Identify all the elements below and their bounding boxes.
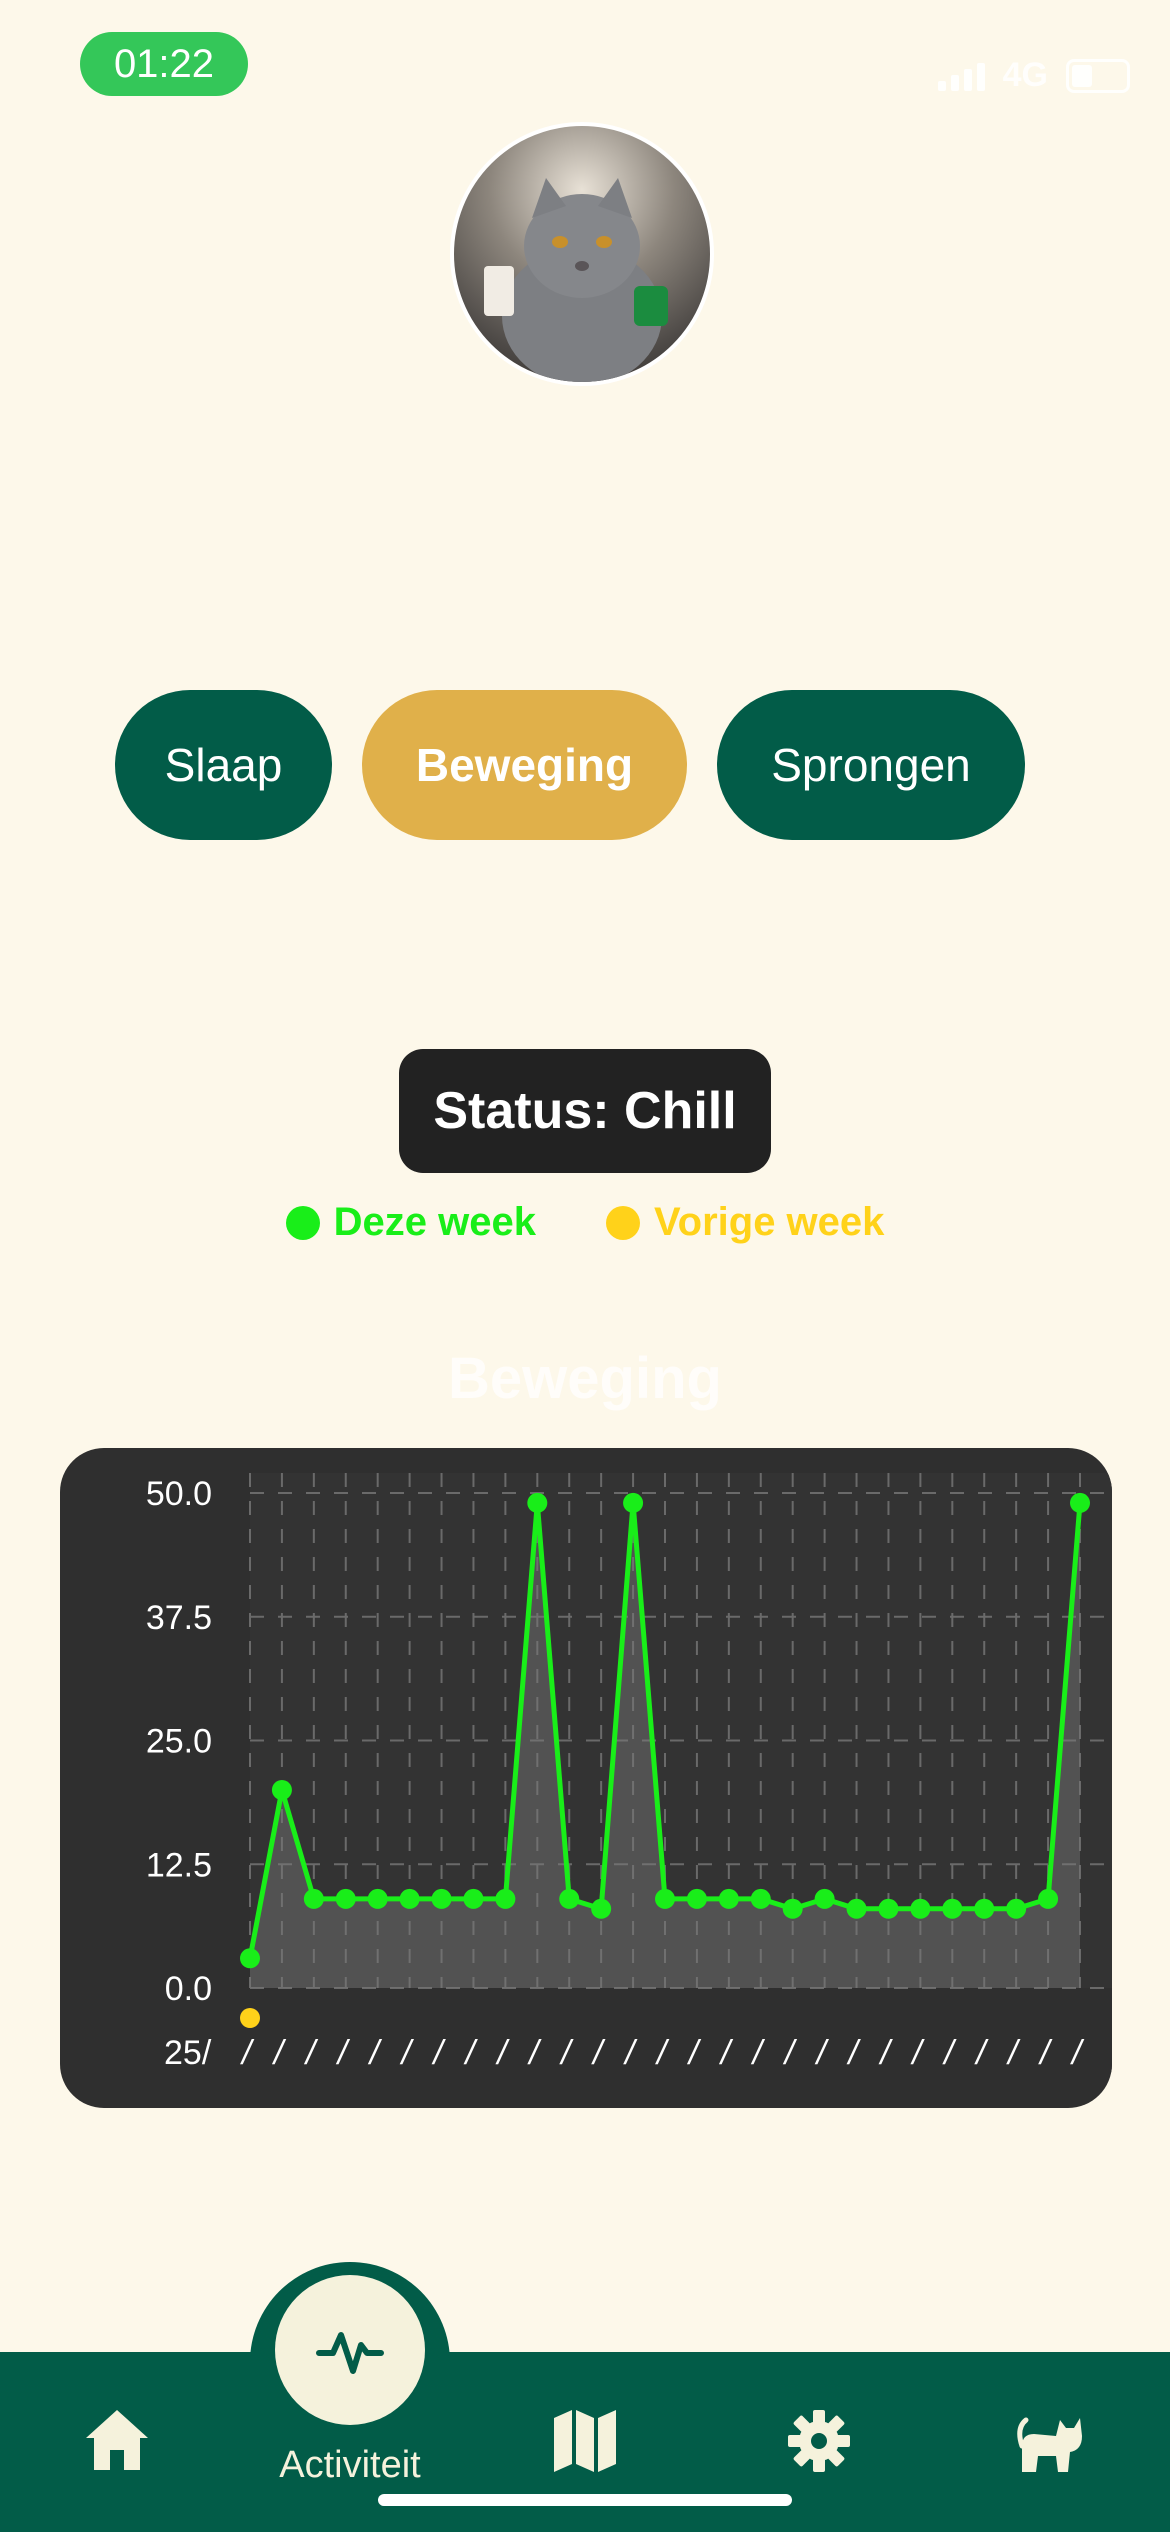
nav-home-button[interactable] (82, 2406, 152, 2476)
tab-sprongen[interactable]: Sprongen (717, 690, 1025, 840)
data-point (303, 1888, 324, 1909)
data-point (495, 1888, 516, 1909)
signal-icon (937, 61, 985, 91)
data-point (814, 1888, 835, 1909)
data-point (1070, 1492, 1090, 1513)
data-point (878, 1898, 899, 1919)
data-point (240, 1948, 260, 1969)
legend-dot-green (285, 1205, 320, 1240)
cat-avatar[interactable] (450, 122, 714, 386)
x-tick-label: 25/ (164, 2034, 212, 2072)
data-point (463, 1888, 484, 1909)
data-point (750, 1888, 771, 1909)
data-point (718, 1888, 739, 1909)
status-time: 01:22 (80, 32, 248, 96)
home-indicator (378, 2494, 792, 2506)
data-point-vorige-week (240, 2008, 260, 2028)
chart-legend: Deze week Vorige week (0, 1200, 1170, 1245)
chart-card: 50.0 37.5 25.0 12.5 0.0 25// / / / / / / / / / / / / / / / / /… (60, 1448, 1112, 2108)
nav-map-button[interactable] (550, 2406, 620, 2476)
status-indicators: 4G (937, 56, 1130, 95)
legend-label: Deze week (333, 1200, 536, 1244)
y-tick-label: 12.5 (146, 1846, 212, 1884)
data-point (271, 1780, 292, 1800)
data-point (686, 1888, 707, 1909)
nav-cat-button[interactable] (1016, 2406, 1086, 2476)
legend-item-this-week: Deze week (285, 1200, 536, 1245)
legend-label: Vorige week (653, 1200, 885, 1244)
data-point (559, 1888, 580, 1909)
data-point (367, 1888, 388, 1909)
nav-settings-button[interactable] (784, 2406, 854, 2476)
data-point (846, 1898, 867, 1919)
network-type: 4G (1002, 56, 1048, 94)
data-point (942, 1898, 963, 1919)
tab-beweging[interactable]: Beweging (362, 690, 687, 840)
y-tick-label: 50.0 (146, 1475, 212, 1513)
data-point (623, 1492, 644, 1513)
data-point (1038, 1888, 1059, 1909)
nav-activity-button[interactable] (275, 2275, 425, 2425)
y-tick-label: 37.5 (146, 1599, 212, 1637)
line-chart: 50.037.525.012.50.025// / / / / / / / / / / / / / / / / /… (146, 1473, 1112, 2072)
data-point (655, 1888, 675, 1909)
gear-icon (788, 2410, 850, 2472)
cat-photo-icon (484, 178, 668, 382)
y-tick-label: 0.0 (165, 1970, 212, 2008)
cat-icon (1017, 2417, 1082, 2472)
data-point (910, 1898, 931, 1919)
home-icon (86, 2410, 148, 2470)
data-point (591, 1898, 612, 1919)
activity-icon (316, 2332, 384, 2374)
status-badge: Status: Chill (399, 1049, 771, 1173)
legend-dot-yellow (605, 1205, 640, 1240)
nav-activity-label: Activiteit (279, 2444, 421, 2486)
data-point (527, 1492, 548, 1513)
y-tick-label: 25.0 (146, 1723, 212, 1761)
data-point (335, 1888, 356, 1909)
tab-slaap[interactable]: Slaap (115, 690, 332, 840)
data-point (974, 1898, 995, 1919)
data-point (1006, 1898, 1027, 1919)
data-point (399, 1888, 420, 1909)
map-icon (554, 2410, 616, 2472)
data-point (431, 1888, 452, 1909)
chart-title: Beweging (448, 1346, 722, 1411)
legend-item-last-week: Vorige week (605, 1200, 885, 1245)
data-point (782, 1898, 803, 1919)
battery-icon (1066, 58, 1130, 93)
